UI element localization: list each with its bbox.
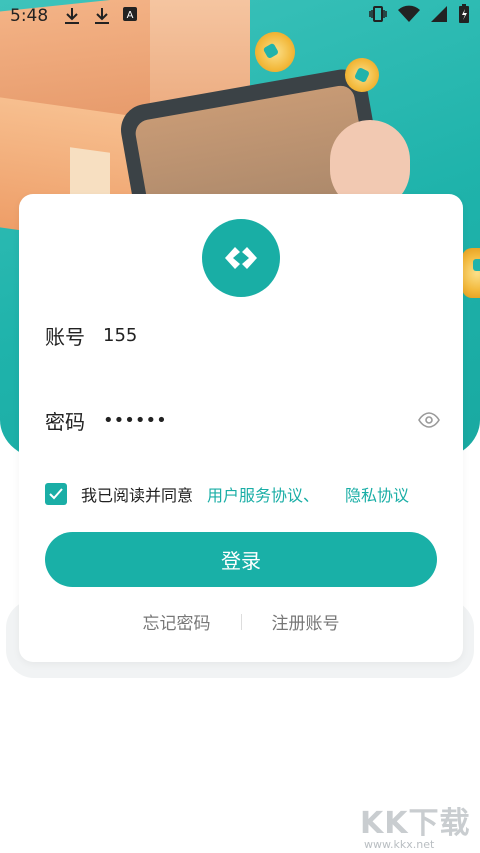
password-input[interactable]: •••••• bbox=[103, 410, 167, 431]
agreement-checkbox[interactable] bbox=[45, 483, 67, 505]
download-icon bbox=[62, 6, 82, 26]
bottom-links: 忘记密码 注册账号 bbox=[19, 609, 463, 634]
svg-text:A: A bbox=[127, 10, 134, 21]
forgot-password-link[interactable]: 忘记密码 bbox=[143, 609, 211, 634]
eye-icon[interactable] bbox=[418, 410, 440, 430]
account-field[interactable]: 账号 155 bbox=[45, 315, 440, 355]
agreement-text: 我已阅读并同意 bbox=[81, 486, 194, 505]
signal-icon bbox=[430, 5, 448, 27]
agreement-row: 我已阅读并同意 用户服务协议、 隐私协议 bbox=[45, 481, 409, 507]
account-label: 账号 bbox=[45, 324, 85, 349]
register-link[interactable]: 注册账号 bbox=[272, 609, 340, 634]
status-time: 5:48 bbox=[10, 6, 49, 26]
check-icon bbox=[49, 488, 63, 500]
account-input[interactable]: 155 bbox=[103, 325, 137, 346]
terms-link[interactable]: 用户服务协议、 bbox=[207, 482, 319, 506]
coin-icon bbox=[462, 248, 480, 298]
password-field[interactable]: 密码 •••••• bbox=[45, 400, 440, 440]
coin-icon bbox=[247, 24, 303, 80]
divider bbox=[240, 613, 242, 630]
battery-charging-icon bbox=[458, 4, 470, 28]
password-label: 密码 bbox=[45, 409, 85, 434]
chain-link-icon bbox=[225, 247, 257, 269]
vibrate-icon bbox=[368, 4, 388, 28]
keyboard-a-icon: A bbox=[122, 6, 142, 26]
privacy-link[interactable]: 隐私协议 bbox=[345, 482, 409, 506]
watermark: KK下载 www.kkx.net bbox=[360, 798, 478, 853]
app-logo bbox=[202, 219, 280, 297]
wifi-icon bbox=[398, 5, 420, 27]
login-button[interactable]: 登录 bbox=[45, 532, 437, 587]
login-card: 账号 155 密码 •••••• 我已阅读并同意 用户服务协议、 隐私协议 登录… bbox=[19, 194, 463, 662]
download-icon bbox=[92, 6, 112, 26]
status-bar: 5:48 A bbox=[0, 0, 480, 32]
watermark-main: KK下载 bbox=[360, 806, 471, 841]
